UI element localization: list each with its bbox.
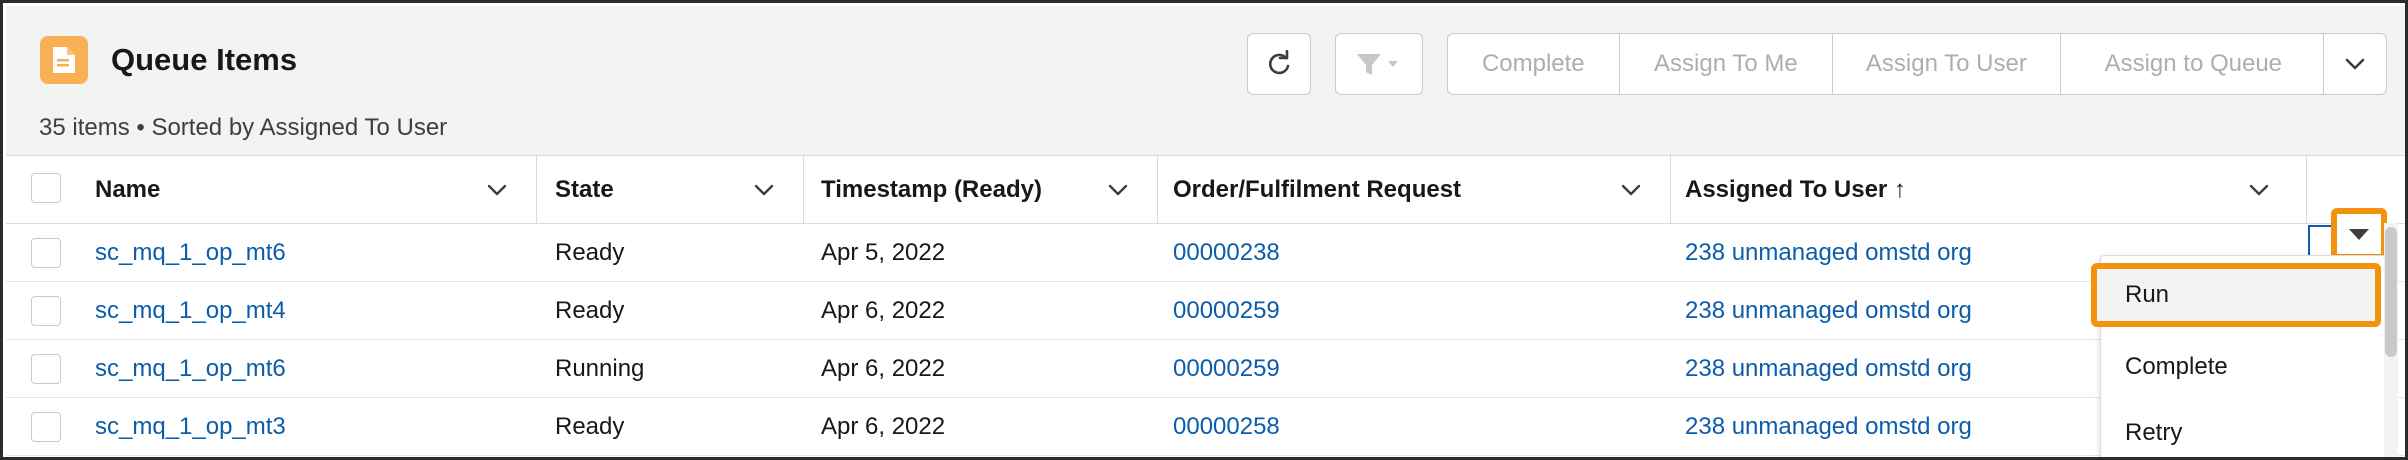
queue-items-list-view: Queue Items 35 items • Sorted by Assigne… — [0, 0, 2408, 460]
caret-down-icon — [2349, 229, 2369, 240]
column-label: Timestamp (Ready) — [821, 176, 1042, 203]
column-label: Order/Fulfilment Request — [1173, 176, 1462, 203]
column-header-assigned[interactable]: Assigned To User ↑ — [1685, 156, 2297, 224]
column-divider — [1157, 156, 1158, 224]
state-cell: Running — [555, 355, 645, 382]
assign-to-me-button[interactable]: Assign To Me — [1620, 34, 1834, 94]
table-row[interactable]: sc_mq_1_op_mt3 Ready Apr 6, 2022 0000025… — [6, 398, 2405, 456]
column-header-order[interactable]: Order/Fulfilment Request — [1173, 156, 1669, 224]
column-divider — [2306, 156, 2307, 224]
row-checkbox[interactable] — [31, 238, 61, 268]
row-actions-button[interactable] — [2331, 208, 2387, 260]
row-checkbox[interactable] — [31, 296, 61, 326]
item-name-link[interactable]: sc_mq_1_op_mt6 — [95, 340, 286, 398]
column-header-timestamp[interactable]: Timestamp (Ready) — [821, 156, 1156, 224]
menu-item-complete[interactable]: Complete — [2101, 336, 2391, 398]
table-header: Name State Timestamp (Ready) Order/Fulfi… — [6, 156, 2405, 224]
column-divider — [1670, 156, 1671, 224]
state-cell: Ready — [555, 413, 625, 440]
column-header-name[interactable]: Name — [95, 156, 535, 224]
more-actions-button[interactable] — [2323, 33, 2387, 95]
assigned-user-link[interactable]: 238 unmanaged omstd org — [1685, 224, 1972, 282]
chevron-down-icon[interactable] — [1106, 178, 1130, 202]
menu-item-run[interactable]: Run — [2091, 263, 2381, 327]
order-link[interactable]: 00000259 — [1173, 282, 1280, 340]
chevron-down-icon[interactable] — [1619, 178, 1643, 202]
table-row[interactable]: sc_mq_1_op_mt4 Ready Apr 6, 2022 0000025… — [6, 282, 2405, 340]
timestamp-cell: Apr 6, 2022 — [821, 413, 946, 440]
assign-to-user-button[interactable]: Assign To User — [1833, 34, 2061, 94]
item-name-link[interactable]: sc_mq_1_op_mt3 — [95, 398, 286, 456]
order-link[interactable]: 00000238 — [1173, 224, 1280, 282]
chevron-down-icon[interactable] — [752, 178, 776, 202]
column-label: State — [555, 176, 614, 203]
table-row[interactable]: sc_mq_1_op_mt6 Running Apr 6, 2022 00000… — [6, 340, 2405, 398]
timestamp-cell: Apr 6, 2022 — [821, 355, 946, 382]
document-icon — [40, 36, 88, 84]
column-label: Name — [95, 176, 161, 203]
chevron-down-icon[interactable] — [2247, 178, 2271, 202]
select-all-checkbox[interactable] — [31, 173, 61, 203]
chevron-down-icon — [2345, 58, 2365, 70]
order-link[interactable]: 00000258 — [1173, 398, 1280, 456]
menu-item-retry[interactable]: Retry — [2101, 402, 2391, 457]
refresh-button[interactable] — [1247, 33, 1311, 95]
column-divider — [536, 156, 537, 224]
column-header-state[interactable]: State — [555, 156, 802, 224]
page-title: Queue Items — [111, 42, 298, 77]
assigned-user-link[interactable]: 238 unmanaged omstd org — [1685, 398, 1972, 456]
list-actions-group: Complete Assign To Me Assign To User Ass… — [1447, 33, 2327, 95]
order-link[interactable]: 00000259 — [1173, 340, 1280, 398]
filter-button[interactable] — [1335, 33, 1423, 95]
refresh-icon — [1268, 50, 1290, 75]
row-checkbox[interactable] — [31, 412, 61, 442]
filter-icon — [1357, 54, 1398, 75]
row-checkbox[interactable] — [31, 354, 61, 384]
complete-button[interactable]: Complete — [1448, 34, 1620, 94]
row-actions-menu: Run Complete Retry — [2091, 255, 2391, 457]
item-name-link[interactable]: sc_mq_1_op_mt6 — [95, 224, 286, 282]
chevron-down-icon[interactable] — [485, 178, 509, 202]
column-divider — [803, 156, 804, 224]
assign-to-queue-button[interactable]: Assign to Queue — [2061, 34, 2326, 94]
list-header: Queue Items 35 items • Sorted by Assigne… — [6, 6, 2405, 156]
state-cell: Ready — [555, 239, 625, 266]
timestamp-cell: Apr 5, 2022 — [821, 239, 946, 266]
column-label: Assigned To User ↑ — [1685, 176, 1906, 203]
assigned-user-link[interactable]: 238 unmanaged omstd org — [1685, 340, 1972, 398]
menu-scrollbar-thumb[interactable] — [2385, 227, 2397, 357]
table-row[interactable]: sc_mq_1_op_mt6 Ready Apr 5, 2022 0000023… — [6, 224, 2405, 282]
timestamp-cell: Apr 6, 2022 — [821, 297, 946, 324]
list-summary: 35 items • Sorted by Assigned To User — [39, 114, 448, 141]
assigned-user-link[interactable]: 238 unmanaged omstd org — [1685, 282, 1972, 340]
item-name-link[interactable]: sc_mq_1_op_mt4 — [95, 282, 286, 340]
state-cell: Ready — [555, 297, 625, 324]
